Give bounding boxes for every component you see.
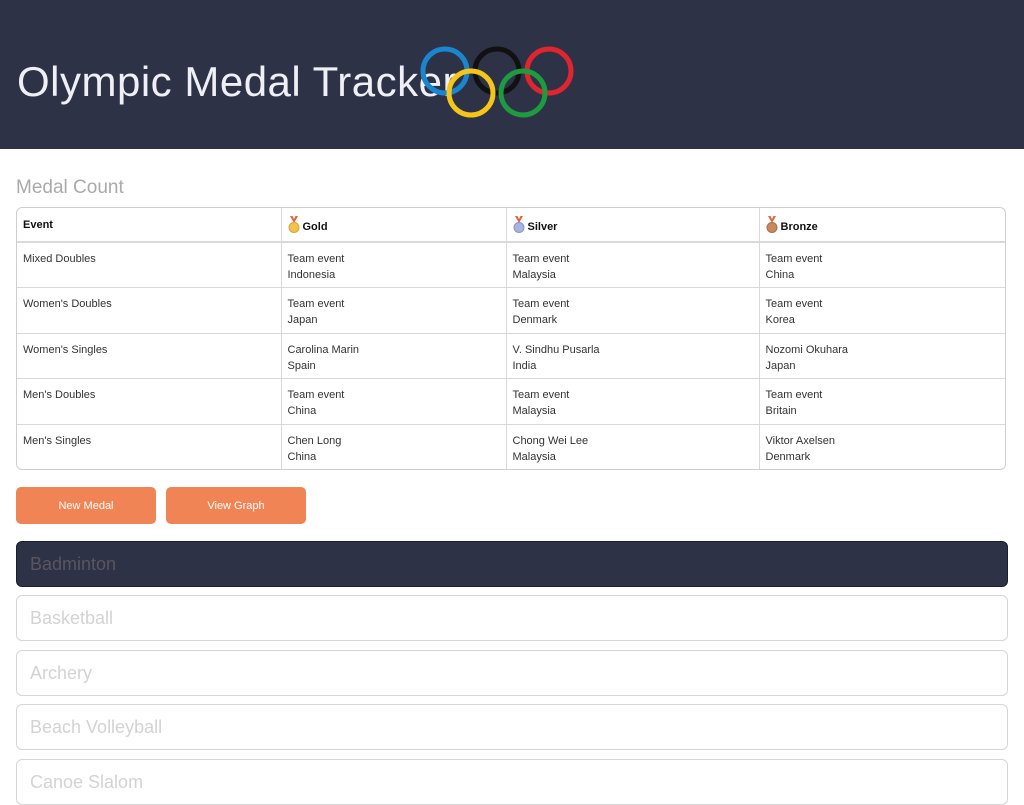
country-name: Malaysia bbox=[512, 405, 556, 417]
event-cell: Men's Singles bbox=[17, 424, 282, 469]
new-medal-button[interactable]: New Medal bbox=[16, 487, 156, 524]
event-cell: Women's Doubles bbox=[17, 287, 282, 333]
country-name: Malaysia bbox=[512, 450, 556, 463]
country-name: Korea bbox=[765, 314, 795, 326]
country-name: China bbox=[287, 450, 317, 463]
athlete-name: Team event bbox=[287, 389, 345, 401]
country-name: Denmark bbox=[512, 314, 558, 326]
gold-medal-icon bbox=[288, 216, 299, 233]
olympic-rings-logo bbox=[420, 46, 574, 118]
country-name: Malaysia bbox=[512, 269, 556, 281]
sport-item-canoe-slalom[interactable]: Canoe Slalom bbox=[16, 759, 1008, 805]
athlete-name: Chen Long bbox=[287, 434, 342, 447]
app-title: Olympic Medal Tracker bbox=[17, 58, 457, 105]
event-cell: Women's Singles bbox=[17, 333, 282, 379]
view-graph-button[interactable]: View Graph bbox=[166, 487, 306, 524]
gold-cell: Chen Long China bbox=[281, 424, 507, 469]
country-name: Spain bbox=[287, 359, 316, 372]
athlete-name: Nozomi Okuhara bbox=[765, 343, 849, 356]
athlete-name: Team event bbox=[287, 253, 345, 265]
column-header-event: Event bbox=[17, 208, 282, 242]
event-cell: Men's Doubles bbox=[17, 378, 282, 424]
table-row: Men's Doubles Team event China Team event… bbox=[17, 378, 1005, 425]
athlete-name: Chong Wei Lee bbox=[512, 434, 589, 447]
column-header-bronze: Bronze bbox=[759, 208, 1005, 242]
event-cell: Mixed Doubles bbox=[17, 242, 282, 288]
athlete-name: Team event bbox=[765, 389, 823, 401]
country-name: Japan bbox=[287, 314, 318, 326]
sport-item-basketball[interactable]: Basketball bbox=[16, 595, 1008, 641]
table-row: Men's Singles Chen Long China Chong Wei L… bbox=[17, 424, 1005, 469]
table-row: Mixed Doubles Team event Indonesia Team e… bbox=[17, 242, 1005, 288]
athlete-name: Team event bbox=[765, 253, 823, 265]
bronze-medal-icon bbox=[766, 216, 777, 233]
table-row: Women's Doubles Team event Japan Team eve… bbox=[17, 287, 1005, 334]
silver-cell: Team event Malaysia bbox=[506, 378, 760, 424]
sport-item-archery[interactable]: Archery bbox=[16, 650, 1008, 696]
athlete-name: Carolina Marin bbox=[287, 343, 360, 356]
bronze-cell: Viktor Axelsen Denmark bbox=[759, 424, 1005, 469]
silver-cell: Team event Denmark bbox=[506, 287, 760, 333]
gold-cell: Carolina Marin Spain bbox=[281, 333, 507, 379]
bronze-cell: Nozomi Okuhara Japan bbox=[759, 333, 1005, 379]
sport-item-beach-volleyball[interactable]: Beach Volleyball bbox=[16, 704, 1008, 750]
column-header-silver: Silver bbox=[506, 208, 760, 242]
silver-cell: Chong Wei Lee Malaysia bbox=[506, 424, 760, 469]
athlete-name: Team event bbox=[512, 253, 570, 265]
table-row: Women's Singles Carolina Marin Spain V. S… bbox=[17, 333, 1005, 379]
table-header-row: Event Gold Silver Bronze bbox=[17, 208, 1005, 242]
athlete-name: Viktor Axelsen bbox=[765, 434, 836, 447]
bronze-cell: Team event Britain bbox=[759, 379, 1005, 425]
silver-cell: V. Sindhu Pusarla India bbox=[506, 333, 760, 379]
country-name: Japan bbox=[765, 359, 796, 372]
silver-cell: Team event Malaysia bbox=[506, 242, 760, 288]
country-name: Denmark bbox=[765, 450, 811, 463]
gold-cell: Team event China bbox=[281, 378, 507, 424]
bronze-cell: Team event China bbox=[759, 242, 1005, 288]
country-name: Indonesia bbox=[287, 269, 336, 281]
bronze-cell: Team event Korea bbox=[759, 288, 1005, 334]
athlete-name: Team event bbox=[512, 389, 570, 401]
athlete-name: Team event bbox=[765, 298, 823, 310]
column-header-gold: Gold bbox=[281, 208, 507, 242]
silver-medal-icon bbox=[513, 216, 524, 233]
athlete-name: Team event bbox=[512, 298, 570, 310]
medal-table: Event Gold Silver Bronze Mixed Doubles T… bbox=[16, 207, 1006, 470]
sport-item-badminton[interactable]: Badminton bbox=[16, 541, 1008, 587]
athlete-name: Team event bbox=[287, 298, 345, 310]
gold-cell: Team event Japan bbox=[281, 287, 507, 333]
app-header: Olympic Medal Tracker bbox=[0, 0, 1024, 149]
country-name: India bbox=[512, 359, 537, 372]
country-name: Britain bbox=[765, 405, 797, 417]
athlete-name: V. Sindhu Pusarla bbox=[512, 343, 600, 356]
gold-cell: Team event Indonesia bbox=[281, 242, 507, 288]
medal-count-title: Medal Count bbox=[16, 177, 124, 198]
country-name: China bbox=[765, 269, 795, 281]
country-name: China bbox=[287, 405, 317, 417]
